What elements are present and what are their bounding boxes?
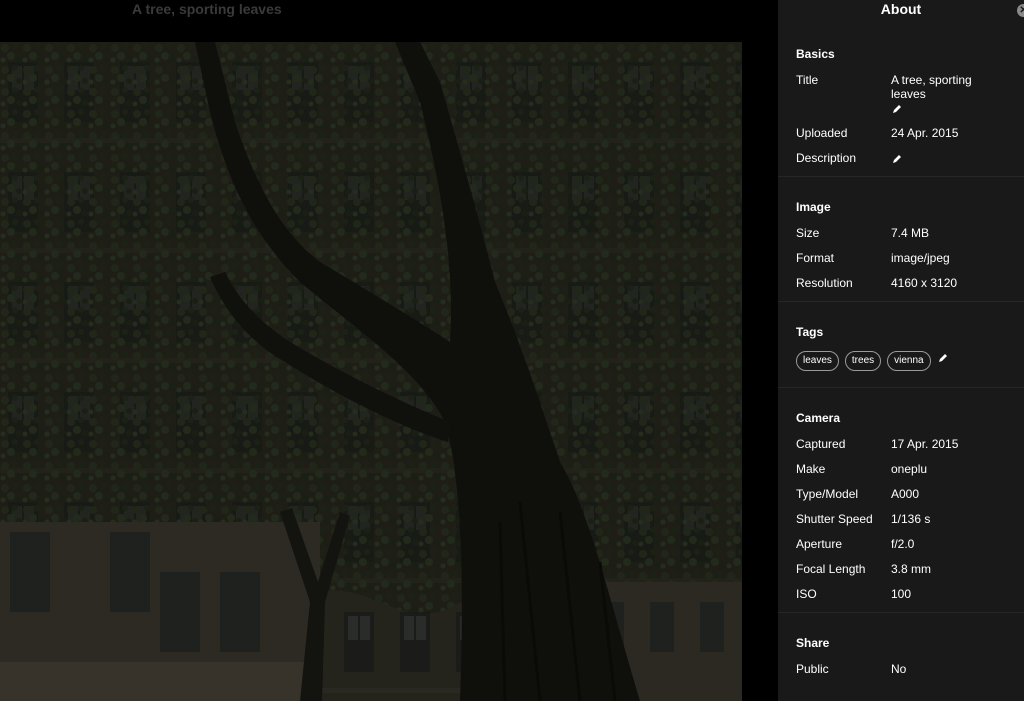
section-heading: Camera — [796, 411, 841, 425]
photo-title: A tree, sporting leaves — [132, 1, 282, 17]
shutter-row: Shutter Speed 1/136 s — [796, 512, 1006, 526]
aperture-value: f/2.0 — [891, 537, 915, 551]
description-label: Description — [796, 151, 857, 165]
photo[interactable] — [0, 42, 742, 701]
photo-viewer: A tree, sporting leaves — [0, 0, 778, 701]
captured-label: Captured — [796, 437, 846, 451]
format-label: Format — [796, 251, 835, 265]
model-value: A000 — [891, 487, 920, 501]
section-heading: Tags — [796, 325, 824, 339]
model-label: Type/Model — [796, 487, 859, 501]
focal-label: Focal Length — [796, 562, 866, 576]
edit-description-pencil-icon[interactable] — [891, 153, 903, 165]
about-sidebar: About ✕ Basics Title A tree, sporting le… — [778, 0, 1024, 701]
section-heading: Image — [796, 200, 831, 214]
iso-row: ISO 100 — [796, 587, 1006, 601]
model-row: Type/Model A000 — [796, 487, 1006, 501]
tags-section: Tags leaves trees vienna — [778, 302, 1024, 388]
make-row: Make oneplu — [796, 462, 1006, 476]
aperture-label: Aperture — [796, 537, 843, 551]
edit-title-pencil-icon[interactable] — [891, 103, 903, 115]
public-row: Public No — [796, 662, 1006, 676]
size-value: 7.4 MB — [891, 226, 930, 240]
shutter-value: 1/136 s — [891, 512, 931, 526]
public-value[interactable]: No — [891, 662, 1006, 676]
sidebar-title: About — [880, 1, 922, 17]
title-value-wrap: A tree, sporting leaves — [891, 73, 1006, 115]
size-label: Size — [796, 226, 820, 240]
description-row: Description — [796, 151, 1006, 165]
description-value-wrap — [891, 151, 1006, 165]
iso-label: ISO — [796, 587, 817, 601]
focal-row: Focal Length 3.8 mm — [796, 562, 1006, 576]
edit-tags-pencil-icon[interactable] — [937, 352, 949, 364]
uploaded-label: Uploaded — [796, 126, 848, 140]
sidebar-header: About ✕ — [778, 0, 1024, 24]
format-value: image/jpeg — [891, 251, 950, 265]
tag-chip[interactable]: vienna — [887, 351, 931, 371]
focal-value: 3.8 mm — [891, 562, 932, 576]
tag-list: leaves trees vienna — [796, 351, 1006, 387]
captured-row: Captured 17 Apr. 2015 — [796, 437, 1006, 451]
iso-value: 100 — [891, 587, 912, 601]
resolution-row: Resolution 4160 x 3120 — [796, 276, 1006, 290]
tag-chip[interactable]: trees — [844, 351, 882, 371]
resolution-label: Resolution — [796, 276, 853, 290]
section-heading: Basics — [796, 47, 835, 61]
title-value: A tree, sporting leaves — [891, 73, 972, 101]
resolution-value: 4160 x 3120 — [891, 276, 958, 290]
shutter-label: Shutter Speed — [796, 512, 873, 526]
make-value: oneplu — [891, 462, 928, 476]
make-label: Make — [796, 462, 826, 476]
size-row: Size 7.4 MB — [796, 226, 1006, 240]
tag-chip[interactable]: leaves — [796, 351, 839, 371]
format-row: Format image/jpeg — [796, 251, 1006, 265]
title-label: Title — [796, 73, 819, 87]
captured-value: 17 Apr. 2015 — [891, 437, 959, 451]
aperture-row: Aperture f/2.0 — [796, 537, 1006, 551]
title-row: Title A tree, sporting leaves — [796, 73, 1006, 115]
uploaded-value: 24 Apr. 2015 — [891, 126, 959, 140]
image-section: Image Size 7.4 MB Format image/jpeg Reso… — [778, 177, 1024, 302]
photo-image — [0, 42, 742, 701]
uploaded-row: Uploaded 24 Apr. 2015 — [796, 126, 1006, 140]
section-heading: Share — [796, 636, 830, 650]
basics-section: Basics Title A tree, sporting leaves Upl… — [778, 24, 1024, 177]
share-section: Share Public No — [778, 613, 1024, 676]
camera-section: Camera Captured 17 Apr. 2015 Make oneplu… — [778, 388, 1024, 613]
close-icon[interactable]: ✕ — [1017, 4, 1024, 17]
public-label: Public — [796, 662, 829, 676]
